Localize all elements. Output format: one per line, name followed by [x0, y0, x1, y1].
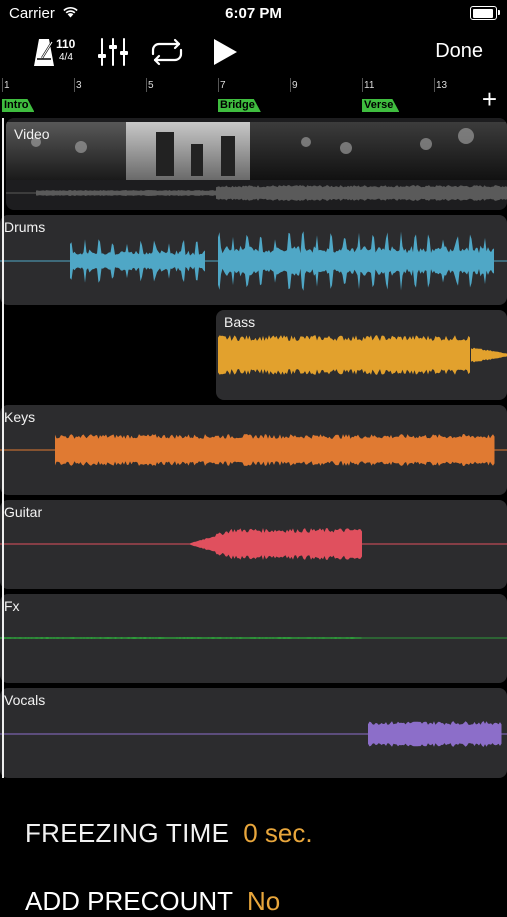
track-label-video: Video [14, 126, 50, 142]
clock: 6:07 PM [225, 5, 282, 22]
track-drums[interactable]: Drums [0, 215, 507, 305]
marker-verse[interactable]: Verse [362, 99, 399, 112]
marker-bridge[interactable]: Bridge [218, 99, 261, 112]
bar-number: 1 [4, 80, 10, 91]
metronome-icon[interactable] [33, 37, 55, 67]
waveform-fx [0, 637, 507, 639]
mixer-icon[interactable] [97, 37, 129, 67]
bar-number: 7 [220, 80, 226, 91]
track-guitar[interactable]: Guitar [0, 500, 507, 589]
bar-number: 11 [364, 80, 375, 91]
add-marker-button[interactable]: + [482, 86, 497, 112]
track-label-drums: Drums [4, 219, 46, 235]
add-precount-row[interactable]: ADD PRECOUNT No [25, 886, 280, 917]
track-label-keys: Keys [4, 409, 36, 425]
freezing-time-value[interactable]: 0 sec. [243, 818, 312, 848]
waveform-keys [0, 434, 507, 466]
track-keys[interactable]: Keys [0, 405, 507, 495]
status-bar: Carrier 6:07 PM [0, 0, 507, 28]
waveform-vocals [0, 721, 507, 747]
time-signature[interactable]: 4/4 [59, 53, 73, 63]
track-bass[interactable]: Bass [216, 310, 507, 400]
track-label-guitar: Guitar [4, 504, 43, 520]
add-precount-label: ADD PRECOUNT [25, 886, 234, 916]
track-label-bass: Bass [224, 314, 256, 330]
waveform-video [6, 185, 507, 201]
freezing-time-row[interactable]: FREEZING TIME 0 sec. [25, 818, 313, 849]
loop-icon[interactable] [147, 38, 187, 66]
waveform-guitar [0, 528, 507, 560]
done-button[interactable]: Done [435, 40, 483, 63]
freezing-time-label: FREEZING TIME [25, 818, 230, 848]
playhead[interactable] [2, 118, 4, 778]
battery-icon [470, 6, 500, 20]
track-vocals[interactable]: Vocals [0, 688, 507, 778]
tempo-value[interactable]: 110 [56, 38, 75, 50]
bar-number: 5 [148, 80, 154, 91]
waveform-bass [218, 335, 507, 375]
timeline-ruler[interactable]: 1 3 5 7 9 11 13 Intro Bridge Verse [0, 78, 507, 116]
bar-number: 13 [436, 80, 448, 91]
play-icon[interactable] [212, 37, 238, 67]
marker-intro[interactable]: Intro [2, 99, 34, 112]
track-video[interactable]: Video [6, 118, 507, 210]
track-label-fx: Fx [4, 598, 20, 614]
bar-number: 9 [292, 80, 298, 91]
waveform-drums [0, 231, 507, 291]
bar-number: 3 [76, 80, 82, 91]
track-label-vocals: Vocals [4, 692, 46, 708]
track-fx[interactable]: Fx [0, 594, 507, 683]
add-precount-value[interactable]: No [247, 886, 280, 916]
